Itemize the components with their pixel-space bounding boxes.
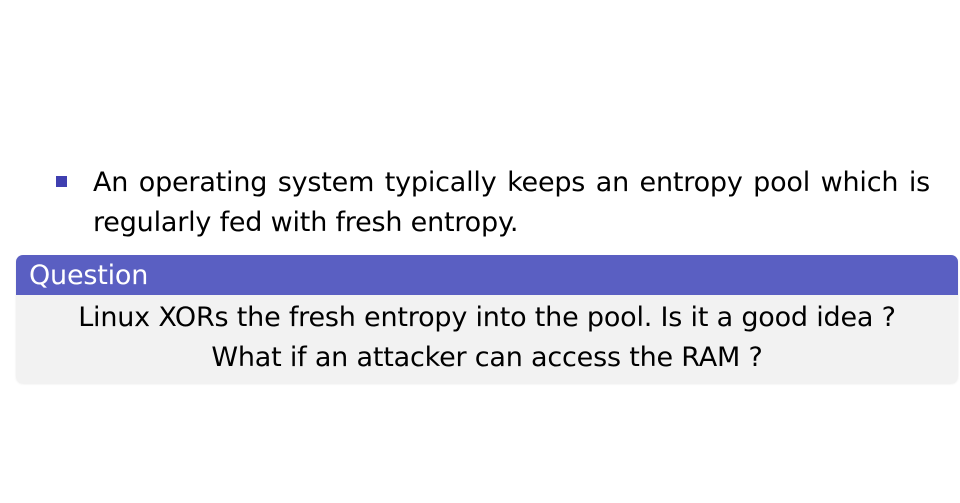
bullet-text: An operating system typically keeps an e… bbox=[93, 167, 930, 238]
question-block-title: Question bbox=[16, 255, 958, 295]
square-bullet-icon bbox=[56, 176, 67, 187]
bullet-item: An operating system typically keeps an e… bbox=[54, 163, 930, 243]
question-block-body: Linux XORs the fresh entropy into the po… bbox=[16, 295, 958, 378]
question-line-1: Linux XORs the fresh entropy into the po… bbox=[78, 302, 896, 333]
question-block: Question Linux XORs the fresh entropy in… bbox=[16, 255, 958, 383]
question-line-2: What if an attacker can access the RAM ? bbox=[211, 342, 763, 373]
